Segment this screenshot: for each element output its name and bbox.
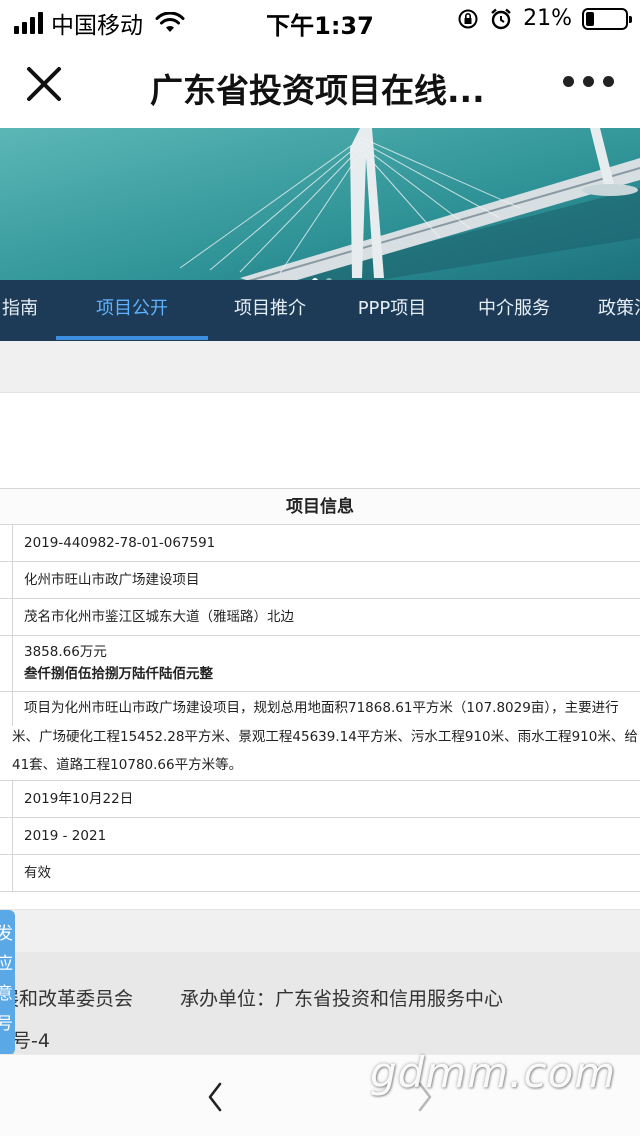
project-description-line-3: 41套、道路工程10780.66平方米等。 [12, 757, 243, 773]
total-investment: 3858.66万元 [24, 644, 107, 660]
footer-organizer: 承办单位：广东省投资和信用服务中心 [180, 988, 504, 1010]
project-info-table: 项目信息 2019-440982-78-01-067591 化州市旺山市政广场建… [0, 488, 640, 892]
tab-project-public[interactable]: 项目公开 [56, 280, 208, 341]
side-tab-char: 号 [0, 1014, 13, 1034]
table-row: 3858.66万元 叁仟捌佰伍拾捌万陆仟陆佰元整 [0, 636, 640, 692]
nav-bar: 广东省投资项目在线... [0, 40, 640, 128]
watermark: gdmm.com [370, 1048, 617, 1097]
table-row: 2019 - 2021 [0, 818, 640, 855]
project-description-line-2: 米、广场硬化工程15452.28平方米、景观工程45639.14平方米、污水工程… [12, 729, 638, 745]
page-title: 广东省投资项目在线... [150, 71, 485, 110]
construction-period: 2019 - 2021 [24, 828, 107, 844]
status-bar: 中国移动 下午1:37 21% [0, 0, 640, 40]
project-code: 2019-440982-78-01-067591 [24, 535, 216, 551]
tab-intermediary-services[interactable]: 中介服务 [462, 280, 566, 341]
side-tab-char: 发 [0, 924, 13, 944]
side-tab-char: 应 [0, 954, 13, 974]
active-tab-indicator [56, 336, 208, 340]
table-header: 项目信息 [0, 488, 640, 525]
project-location: 茂名市化州市鉴江区城东大道（雅瑶路）北边 [24, 609, 294, 625]
battery-icon [582, 7, 632, 30]
alarm-icon [491, 8, 511, 29]
tab-bar: 指南 项目公开 项目推介 PPP项目 中介服务 政策法 [0, 280, 640, 341]
total-investment-upper: 叁仟捌佰伍拾捌万陆仟陆佰元整 [24, 666, 213, 682]
tab-project-promotion[interactable]: 项目推介 [218, 280, 322, 341]
chevron-left-icon[interactable] [200, 1081, 230, 1113]
footer: 展和改革委员会 承办单位：广东省投资和信用服务中心 号-4 [0, 952, 640, 1054]
project-description-line-1: 项目为化州市旺山市政广场建设项目，规划总用地面积71868.61平方米（107.… [24, 700, 619, 716]
project-name: 化州市旺山市政广场建设项目 [24, 572, 200, 588]
close-icon[interactable] [22, 62, 66, 106]
tab-policies[interactable]: 政策法 [590, 280, 640, 341]
tab-ppp-project[interactable]: PPP项目 [340, 280, 444, 341]
table-row: 有效 [0, 855, 640, 892]
side-tab-char: 意 [0, 984, 13, 1004]
orientation-lock-icon [458, 9, 478, 28]
project-status: 有效 [24, 865, 51, 881]
more-icon[interactable] [563, 76, 614, 87]
table-row: 2019年10月22日 [0, 781, 640, 818]
battery-percent: 21% [523, 6, 572, 31]
footer-record-number: 号-4 [12, 1030, 50, 1052]
banner-image[interactable] [0, 128, 640, 288]
table-row: 2019-440982-78-01-067591 [0, 525, 640, 562]
tab-guide[interactable]: 指南 [0, 280, 40, 341]
table-row: 项目为化州市旺山市政广场建设项目，规划总用地面积71868.61平方米（107.… [0, 692, 640, 781]
table-row: 茂名市化州市鉴江区城东大道（雅瑶路）北边 [0, 599, 640, 636]
filing-date: 2019年10月22日 [24, 791, 134, 807]
table-row: 化州市旺山市政广场建设项目 [0, 562, 640, 599]
side-feedback-tab[interactable]: 发 应 意 号 [0, 910, 15, 1055]
footer-sponsor: 展和改革委员会 [0, 988, 134, 1010]
